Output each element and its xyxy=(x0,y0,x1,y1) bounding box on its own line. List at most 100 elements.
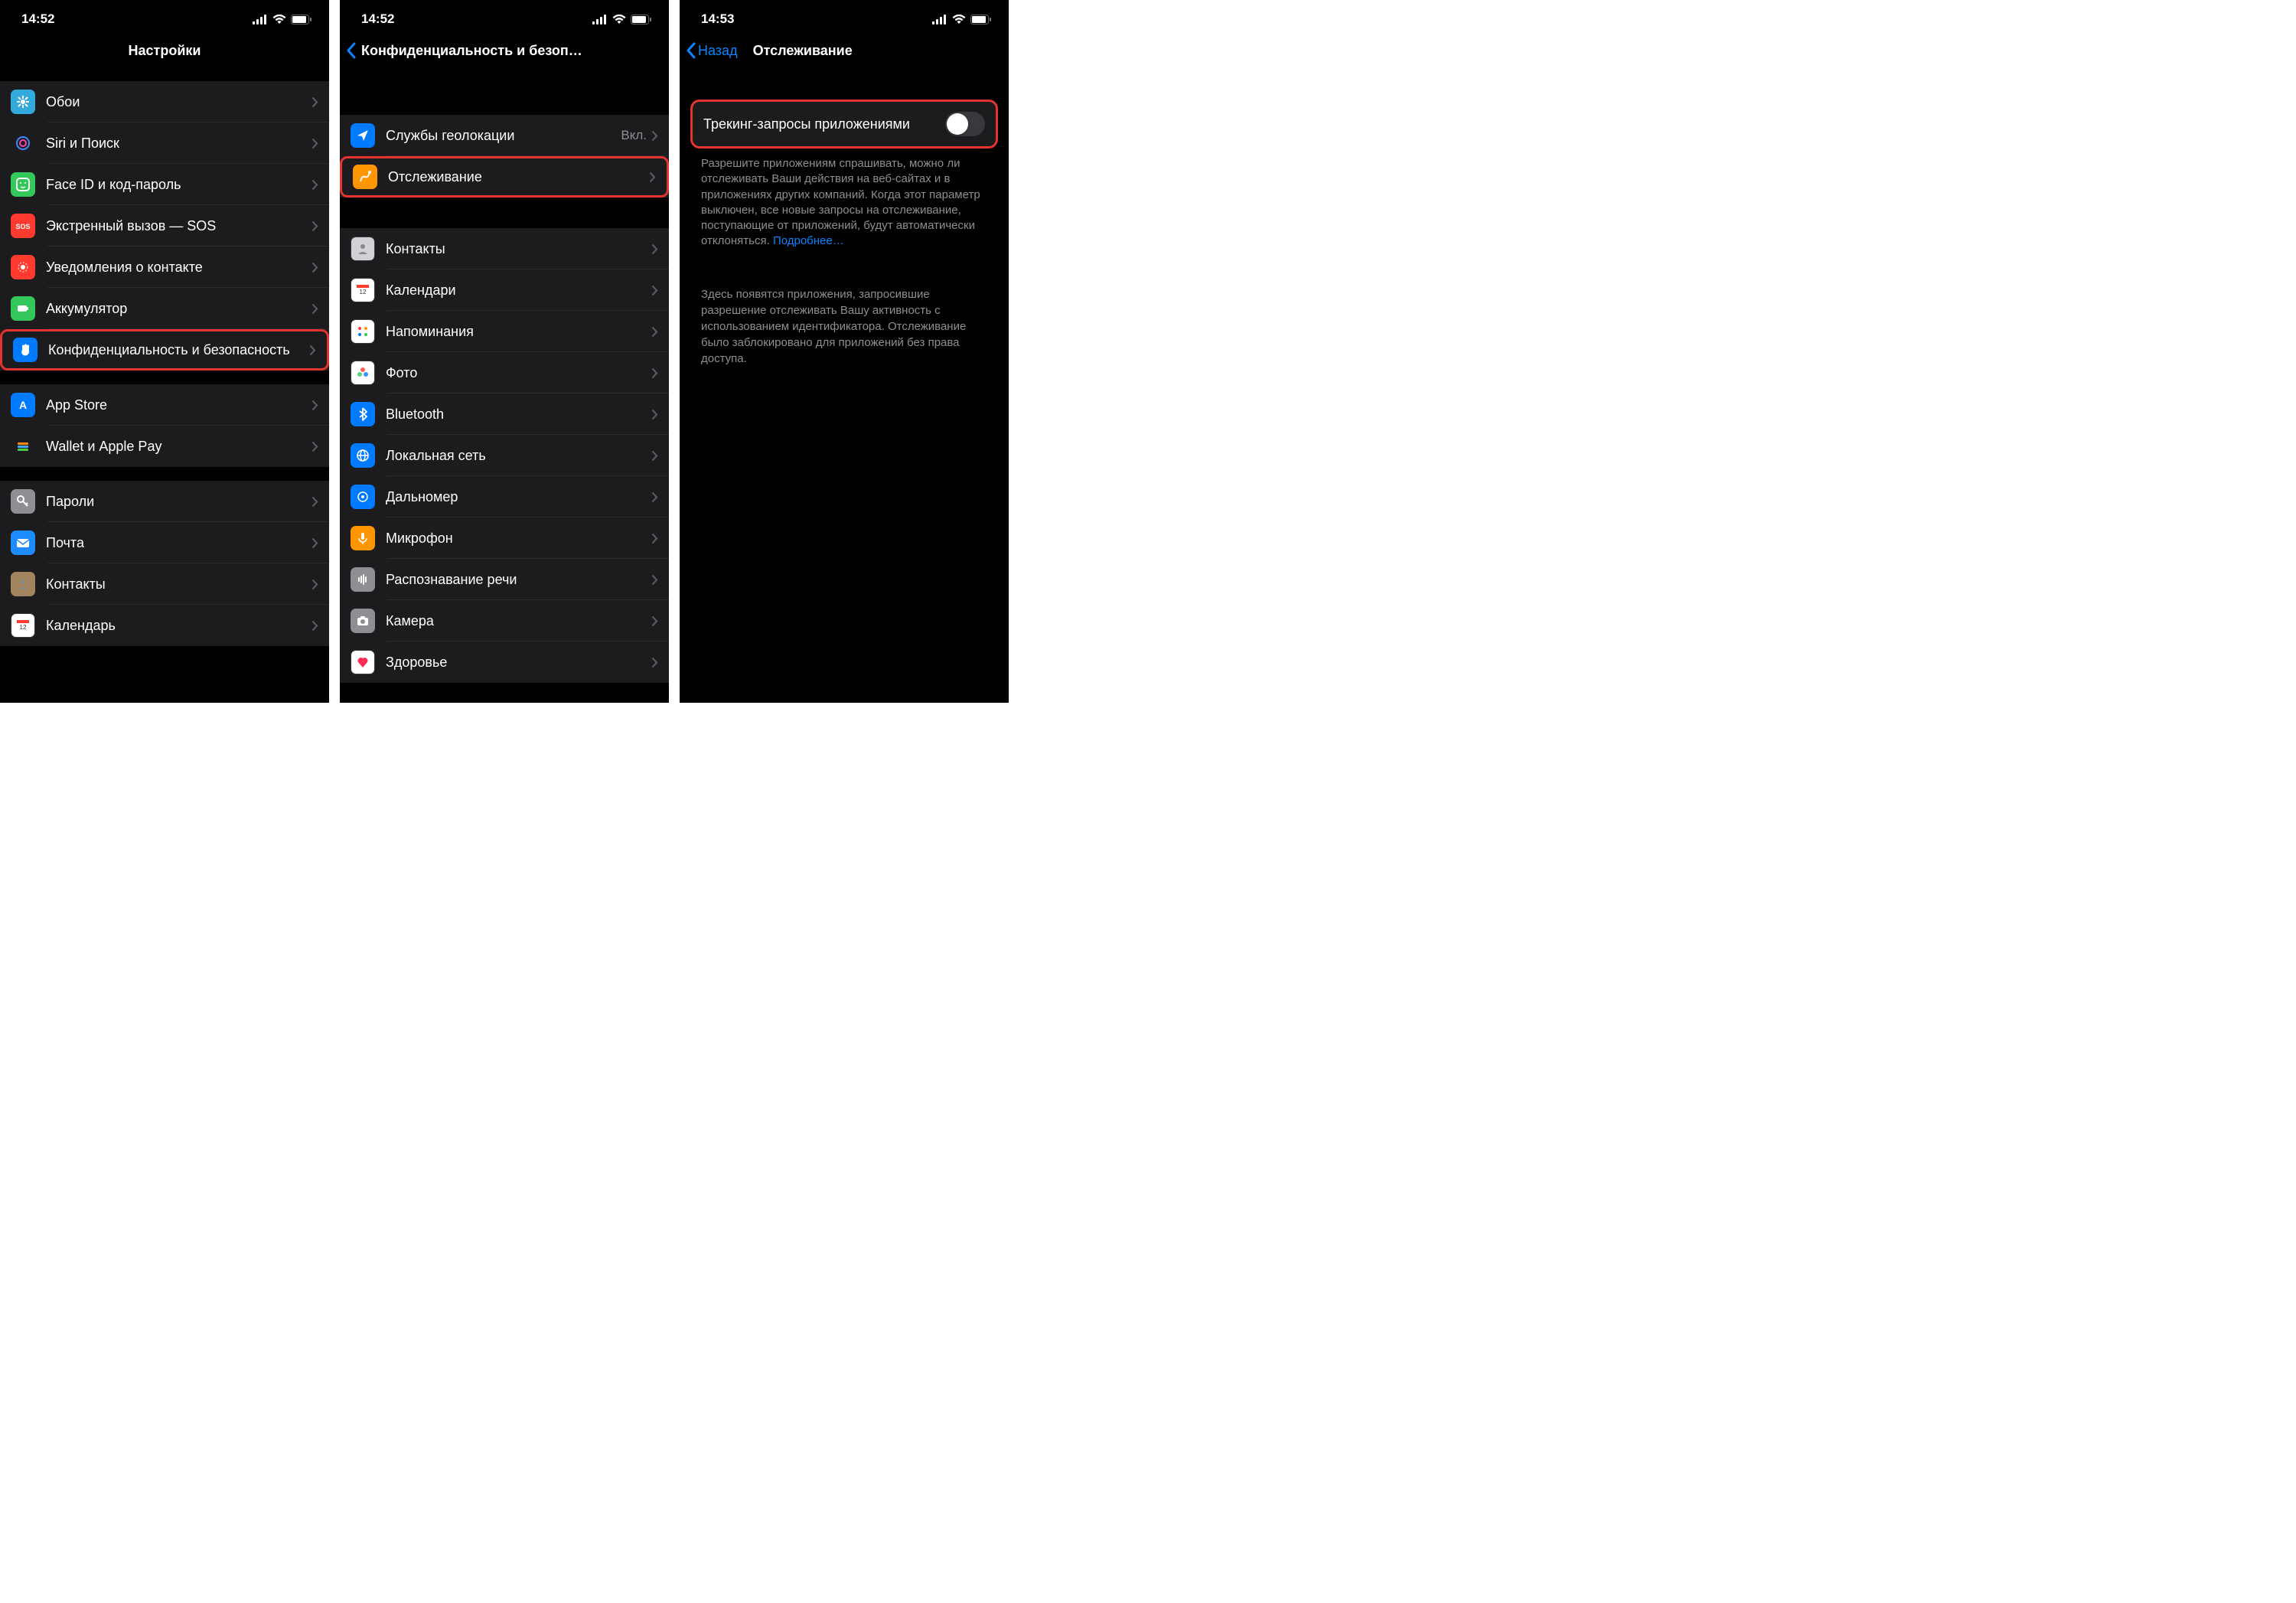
svg-text:SOS: SOS xyxy=(15,223,30,230)
tracking-toggle-label: Трекинг-запросы приложениями xyxy=(703,116,945,133)
settings-row[interactable]: Пароли xyxy=(0,481,329,522)
tracking-toggle[interactable] xyxy=(945,112,985,136)
svg-text:12: 12 xyxy=(20,624,27,631)
chevron-right-icon xyxy=(309,344,316,356)
settings-row[interactable]: Напоминания xyxy=(340,311,669,352)
settings-row[interactable]: Фото xyxy=(340,352,669,393)
tracking-apps-description: Здесь появятся приложения, запросившие р… xyxy=(680,286,1009,367)
row-label: Уведомления о контакте xyxy=(46,259,311,276)
chevron-right-icon xyxy=(651,450,658,462)
status-bar: 14:53 xyxy=(680,0,1009,34)
settings-row[interactable]: Bluetooth xyxy=(340,393,669,435)
wallet-icon xyxy=(11,434,35,459)
learn-more-link[interactable]: Подробнее… xyxy=(773,234,844,247)
settings-row[interactable]: 12Календари xyxy=(340,269,669,311)
back-label: Назад xyxy=(698,43,738,59)
signal-icon xyxy=(253,15,268,24)
health-icon xyxy=(351,650,375,674)
wifi-icon xyxy=(612,15,626,24)
chevron-right-icon xyxy=(651,130,658,142)
settings-row[interactable]: SOSЭкстренный вызов — SOS xyxy=(0,205,329,246)
row-label: Обои xyxy=(46,93,311,111)
settings-row[interactable]: Обои xyxy=(0,81,329,122)
settings-row[interactable]: Дальномер xyxy=(340,476,669,517)
page-title: Настройки xyxy=(0,43,329,59)
row-label: Bluetooth xyxy=(386,406,651,423)
row-label: Отслеживание xyxy=(388,168,649,186)
settings-row[interactable]: Службы геолокацииВкл. xyxy=(340,115,669,156)
settings-row[interactable]: Почта xyxy=(0,522,329,563)
status-time: 14:53 xyxy=(701,11,734,27)
settings-row[interactable]: Локальная сеть xyxy=(340,435,669,476)
siri-icon xyxy=(11,131,35,155)
row-label: Дальномер xyxy=(386,488,651,506)
status-icons xyxy=(253,15,312,24)
chevron-right-icon xyxy=(651,533,658,544)
row-label: Пароли xyxy=(46,493,311,511)
switch-knob xyxy=(947,113,968,135)
chevron-right-icon xyxy=(651,285,658,296)
row-label: Распознавание речи xyxy=(386,571,651,589)
page-title: Конфиденциальность и безоп… xyxy=(361,43,582,59)
status-bar: 14:52 xyxy=(340,0,669,34)
row-label: Микрофон xyxy=(386,530,651,547)
settings-row[interactable]: Распознавание речи xyxy=(340,559,669,600)
flower-icon xyxy=(11,90,35,114)
chevron-right-icon xyxy=(311,138,318,149)
battery-icon xyxy=(631,15,652,24)
row-label: Siri и Поиск xyxy=(46,135,311,152)
settings-row[interactable]: Конфиденциальность и безопасность xyxy=(0,329,329,371)
battery-icon xyxy=(11,296,35,321)
camera-icon xyxy=(351,609,375,633)
chevron-right-icon xyxy=(649,171,656,183)
settings-row[interactable]: AApp Store xyxy=(0,384,329,426)
settings-row[interactable]: Face ID и код-пароль xyxy=(0,164,329,205)
chevron-right-icon xyxy=(651,409,658,420)
settings-row[interactable]: Wallet и Apple Pay xyxy=(0,426,329,467)
settings-row[interactable]: Аккумулятор xyxy=(0,288,329,329)
settings-row[interactable]: Уведомления о контакте xyxy=(0,246,329,288)
settings-row[interactable]: Камера xyxy=(340,600,669,642)
page-title: Отслеживание xyxy=(753,43,853,59)
location-icon xyxy=(351,123,375,148)
row-label: Локальная сеть xyxy=(386,447,651,465)
chevron-right-icon xyxy=(651,657,658,668)
status-icons xyxy=(592,15,652,24)
row-label: Контакты xyxy=(386,240,651,258)
chevron-right-icon xyxy=(311,262,318,273)
back-button[interactable] xyxy=(346,42,357,59)
reminders-icon xyxy=(351,319,375,344)
contacts-icon xyxy=(11,572,35,596)
settings-row[interactable]: Контакты xyxy=(340,228,669,269)
nav-bar: Конфиденциальность и безоп… xyxy=(340,34,669,67)
screen-privacy: 14:52 Конфиденциальность и безоп… Службы… xyxy=(340,0,669,703)
status-time: 14:52 xyxy=(21,11,54,27)
settings-row[interactable]: Микрофон xyxy=(340,517,669,559)
chevron-right-icon xyxy=(311,537,318,549)
back-button[interactable]: Назад xyxy=(686,42,738,59)
settings-row[interactable]: Siri и Поиск xyxy=(0,122,329,164)
chevron-right-icon xyxy=(651,615,658,627)
row-label: Календарь xyxy=(46,617,311,635)
wifi-icon xyxy=(952,15,966,24)
settings-row[interactable]: 12 Календарь xyxy=(0,605,329,646)
settings-row[interactable]: Отслеживание xyxy=(340,156,669,198)
row-label: Напоминания xyxy=(386,323,651,341)
settings-row[interactable]: Контакты xyxy=(0,563,329,605)
screen-settings: 14:52 Настройки Обои Siri и Поиск Face ID … xyxy=(0,0,329,703)
faceid-icon xyxy=(11,172,35,197)
appstore-icon: A xyxy=(11,393,35,417)
status-bar: 14:52 xyxy=(0,0,329,34)
chevron-right-icon xyxy=(311,620,318,632)
chevron-right-icon xyxy=(651,574,658,586)
chevron-left-icon xyxy=(346,42,357,59)
row-label: Аккумулятор xyxy=(46,300,311,318)
chevron-right-icon xyxy=(311,441,318,452)
key-icon xyxy=(11,489,35,514)
signal-icon xyxy=(592,15,608,24)
settings-row[interactable]: Здоровье xyxy=(340,642,669,683)
chevron-right-icon xyxy=(311,400,318,411)
nav-bar: Назад Отслеживание xyxy=(680,34,1009,67)
tracking-requests-row[interactable]: Трекинг-запросы приложениями xyxy=(690,100,998,149)
chevron-right-icon xyxy=(311,96,318,108)
